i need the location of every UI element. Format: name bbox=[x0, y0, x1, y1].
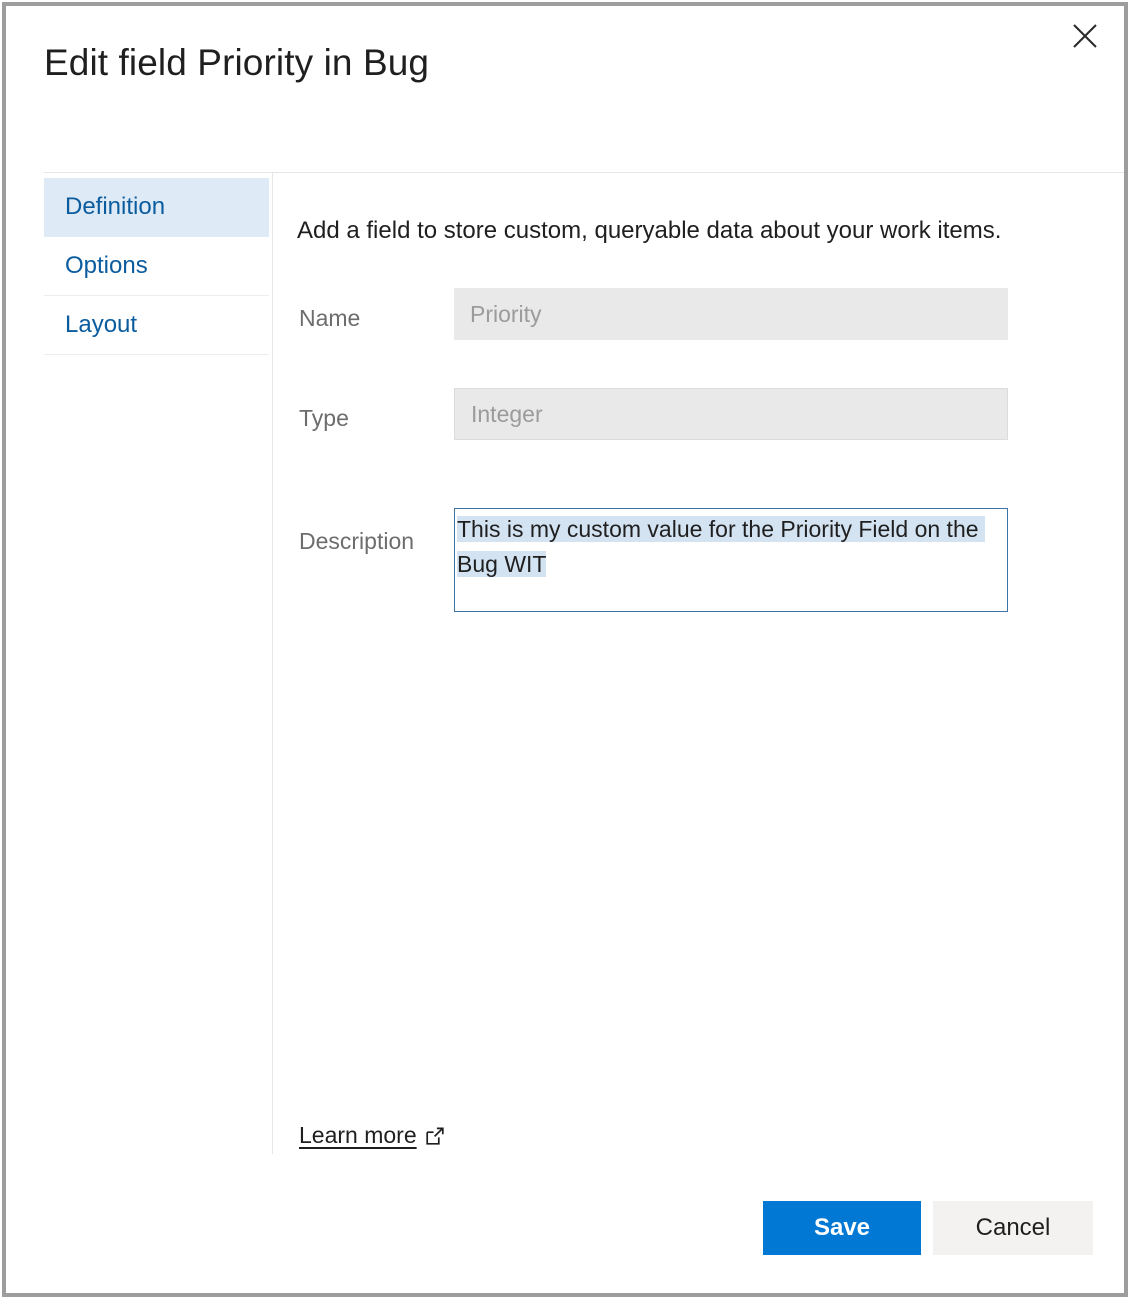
close-button[interactable] bbox=[1062, 14, 1108, 58]
save-button[interactable]: Save bbox=[763, 1201, 921, 1255]
external-link-icon bbox=[425, 1126, 445, 1146]
sidebar-item-label: Options bbox=[65, 252, 148, 280]
sidebar-item-definition[interactable]: Definition bbox=[44, 178, 269, 237]
type-input[interactable] bbox=[454, 388, 1008, 440]
type-label: Type bbox=[299, 405, 349, 432]
sidebar-item-label: Definition bbox=[65, 193, 165, 221]
definition-panel: Add a field to store custom, queryable d… bbox=[297, 178, 1100, 1293]
edit-field-dialog: Edit field Priority in Bug Definition Op… bbox=[2, 2, 1128, 1297]
sidebar-pivot: Definition Options Layout bbox=[44, 178, 269, 355]
description-selected-text: This is my custom value for the Priority… bbox=[457, 516, 985, 577]
description-input[interactable]: This is my custom value for the Priority… bbox=[454, 508, 1008, 612]
sidebar-divider bbox=[272, 173, 273, 1154]
page-title: Edit field Priority in Bug bbox=[44, 42, 429, 84]
learn-more-label: Learn more bbox=[299, 1122, 417, 1149]
learn-more-link[interactable]: Learn more bbox=[299, 1122, 445, 1149]
name-input[interactable] bbox=[454, 288, 1008, 340]
name-label: Name bbox=[299, 305, 360, 332]
description-label: Description bbox=[299, 528, 414, 555]
dialog-footer: Save Cancel bbox=[6, 1178, 1124, 1293]
sidebar-item-layout[interactable]: Layout bbox=[44, 296, 269, 355]
panel-description: Add a field to store custom, queryable d… bbox=[297, 217, 1001, 245]
sidebar-item-label: Layout bbox=[65, 311, 137, 339]
cancel-button[interactable]: Cancel bbox=[933, 1201, 1093, 1255]
description-text: This is my custom value for the Priority… bbox=[457, 512, 995, 582]
close-icon bbox=[1072, 23, 1098, 49]
header-divider bbox=[44, 172, 1124, 173]
sidebar-item-options[interactable]: Options bbox=[44, 237, 269, 296]
dialog-header: Edit field Priority in Bug bbox=[6, 6, 1124, 168]
